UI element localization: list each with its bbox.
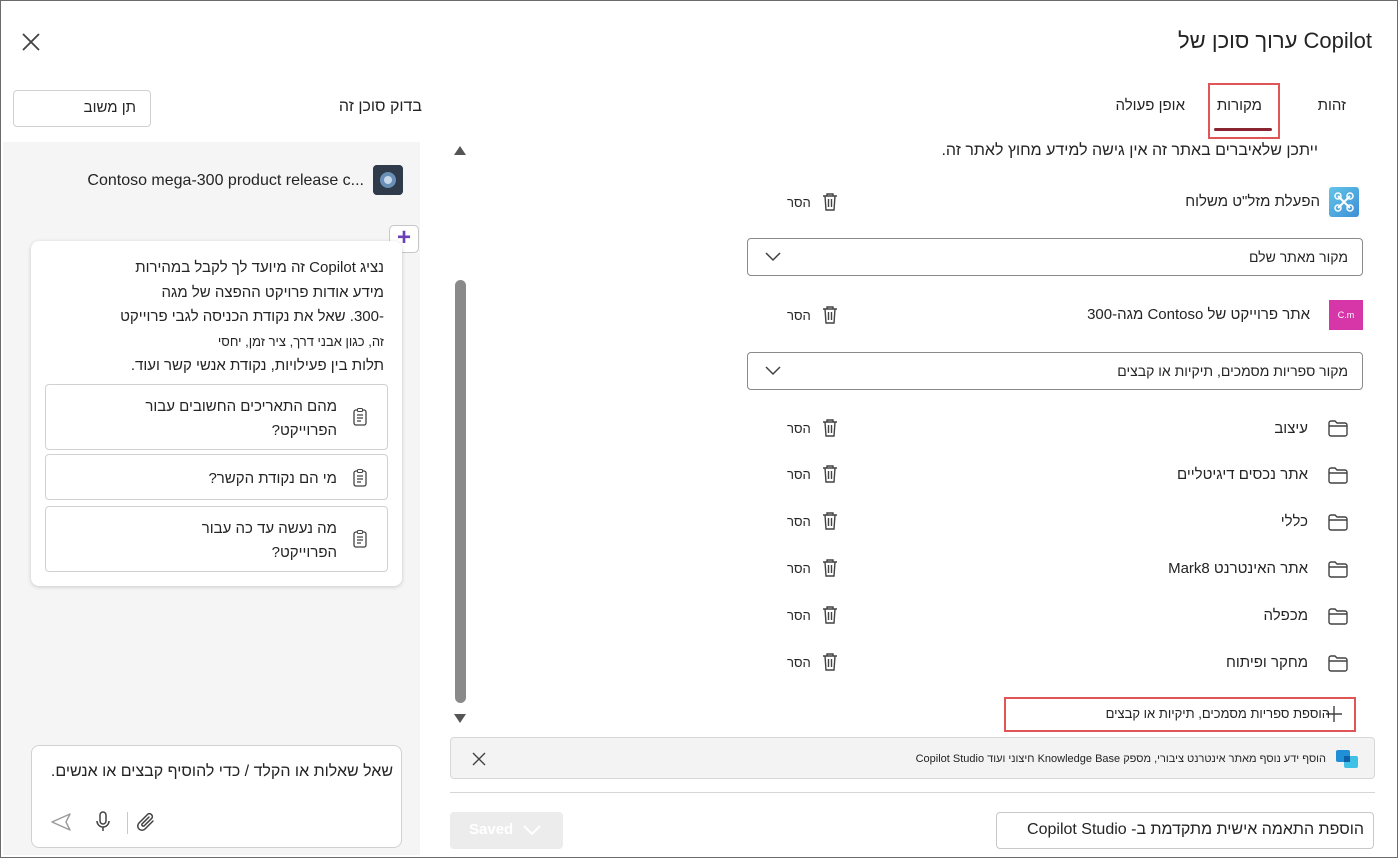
trash-icon[interactable] [821, 652, 839, 672]
agent-avatar [373, 165, 403, 195]
remove-button[interactable]: הסר [787, 421, 811, 436]
prompt-text: הפרוייקט? [271, 422, 337, 439]
source-item-title: אתר פרוייקט של Contoso מגה-300 [1087, 306, 1310, 323]
remove-button[interactable]: הסר [787, 608, 811, 623]
prompt-icon [353, 530, 367, 548]
folder-icon [1328, 467, 1348, 484]
library-source-dropdown[interactable]: מקור ספריות מסמכים, תיקיות או קבצים [747, 352, 1363, 390]
saved-label: Saved [469, 821, 514, 838]
close-icon[interactable] [20, 31, 42, 53]
prompt-icon [353, 469, 367, 487]
dropdown-label: מקור מאתר שלם [1248, 249, 1348, 265]
trash-icon[interactable] [821, 192, 839, 212]
site-source-dropdown[interactable]: מקור מאתר שלם [747, 238, 1363, 276]
chat-input-placeholder[interactable]: שאל שאלות או הקלד / כדי להוסיף קבצים או … [51, 763, 393, 781]
dialog-title: ערוך סוכן של Copilot [1178, 28, 1372, 53]
prompt-icon [353, 408, 367, 426]
tab-behavior[interactable]: אופן פעולה [1116, 97, 1185, 114]
microphone-icon[interactable] [94, 811, 112, 833]
chat-input-box[interactable] [31, 745, 402, 848]
folder-icon [1328, 561, 1348, 578]
tab-identity[interactable]: זהות [1318, 97, 1346, 114]
advanced-customization-label: הוספת התאמה אישית מתקדמת ב- Copilot Stud… [1027, 821, 1364, 838]
prompt-suggestion[interactable]: מה נעשה עד כה עבור הפרוייקט? [45, 506, 388, 572]
intro-line: זה, כגון אבני דרך, ציר זמן, יחסי [217, 333, 384, 349]
attach-icon[interactable] [136, 810, 158, 834]
folder-name: עיצוב [1274, 420, 1308, 437]
folder-name: מכפלה [1263, 607, 1308, 624]
access-notice: ייתכן שלאיברים באתר זה אין גישה למידע מח… [941, 142, 1318, 159]
prompt-text: הפרוייקט? [271, 544, 337, 561]
folder-name: כללי [1280, 513, 1308, 530]
feedback-button[interactable]: תן משוב [13, 90, 151, 127]
remove-button[interactable]: הסר [787, 561, 811, 576]
intro-line: מידע אודות פרויקט ההפצה של מגה [161, 283, 384, 301]
trash-icon[interactable] [821, 305, 839, 325]
footer-divider [450, 792, 1375, 793]
copilot-studio-logo [1336, 750, 1358, 768]
chevron-down-icon [765, 366, 781, 376]
dropdown-label: מקור ספריות מסמכים, תיקיות או קבצים [1117, 363, 1348, 379]
add-libraries-button[interactable]: הוספת ספריות מסמכים, תיקיות או קבצים [1106, 706, 1330, 721]
folder-icon [1328, 514, 1348, 531]
drone-app-icon [1329, 187, 1359, 217]
trash-icon[interactable] [821, 605, 839, 625]
folder-name: מחקר ופיתוח [1226, 654, 1308, 671]
scroll-down-arrow[interactable] [452, 712, 468, 726]
scrollbar-thumb[interactable] [455, 280, 466, 703]
input-divider [127, 812, 128, 834]
intro-line: -300. שאל את נקודת הכניסה לגבי פרוייקט [120, 308, 384, 325]
trash-icon[interactable] [821, 558, 839, 578]
source-item-title: הפעלת מזל"ט משלוח [1185, 193, 1320, 210]
scroll-up-arrow[interactable] [452, 143, 468, 157]
remove-button[interactable]: הסר [787, 655, 811, 670]
prompt-suggestion[interactable]: מי הם נקודת הקשר? [45, 454, 388, 500]
trash-icon[interactable] [821, 464, 839, 484]
remove-button[interactable]: הסר [787, 195, 811, 210]
send-icon[interactable] [50, 812, 72, 832]
prompt-text: מהם התאריכים החשובים עבור [145, 398, 337, 415]
folder-icon [1328, 420, 1348, 437]
close-icon[interactable] [470, 750, 488, 768]
chevron-down-icon [523, 825, 541, 836]
folder-icon [1328, 655, 1348, 672]
trash-icon[interactable] [821, 418, 839, 438]
remove-button[interactable]: הסר [787, 467, 811, 482]
site-icon: C.m [1329, 300, 1363, 330]
chevron-down-icon [765, 252, 781, 262]
agent-intro-text: נציג Copilot זה מיועד לך לקבל במהירות מי… [64, 256, 384, 379]
trash-icon[interactable] [821, 511, 839, 531]
intro-line: תלות בין פעילויות, נקודת אנשי קשר ועוד. [130, 357, 384, 374]
folder-name: אתר נכסים דיגיטליים [1176, 466, 1308, 483]
folder-icon [1328, 608, 1348, 625]
prompt-text: מי הם נקודת הקשר? [208, 470, 337, 487]
folder-name: אתר האינטרנט Mark8 [1168, 560, 1308, 577]
remove-button[interactable]: הסר [787, 308, 811, 323]
prompt-suggestion[interactable]: מהם התאריכים החשובים עבור הפרוייקט? [45, 384, 388, 450]
test-agent-label: בדוק סוכן זה [338, 98, 422, 115]
intro-line: נציג Copilot זה מיועד לך לקבל במהירות [135, 259, 384, 276]
remove-button[interactable]: הסר [787, 514, 811, 529]
agent-name: Contoso mega-300 product release c... [87, 172, 364, 189]
tab-highlight-box [1208, 83, 1280, 139]
banner-text: הוסף ידע נוסף מאתר אינטרנט ציבורי, מספק … [915, 753, 1326, 765]
prompt-text: מה נעשה עד כה עבור [201, 520, 337, 537]
